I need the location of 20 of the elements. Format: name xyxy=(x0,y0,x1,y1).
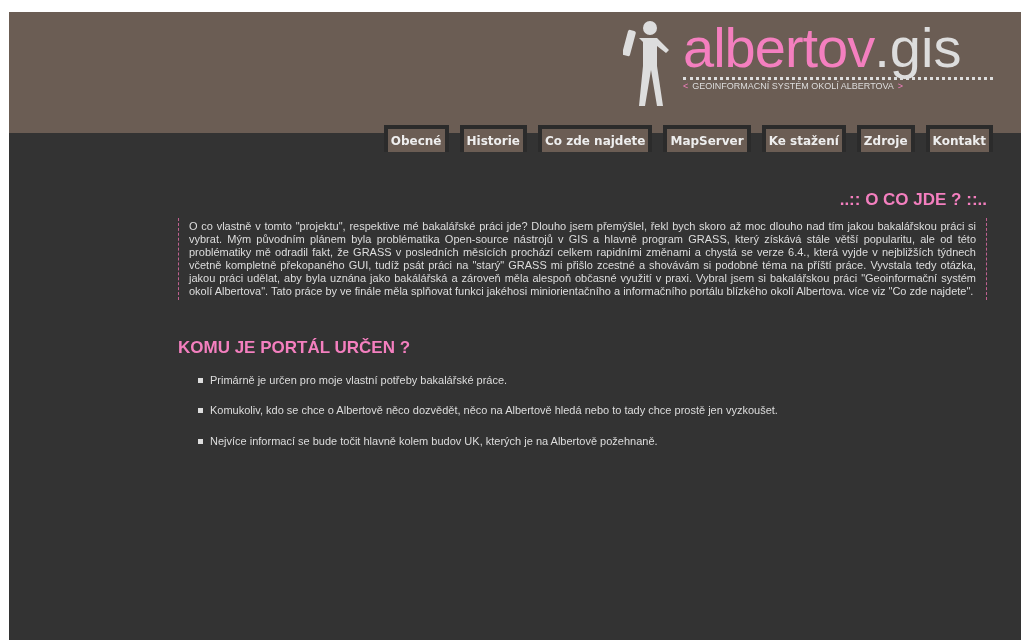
bullet-icon xyxy=(198,438,203,444)
intro-paragraph: O co vlastně v tomto "projektu", respektive mé bakalářské práci jde? Dlouho jsem přemýšlel, řekl bych skoro až moc dlouho nad tím jakou bakalářskou práci si vybrat. Mým původním plánem byla problématika Open-source nástrojů v GIS a hlavně program GRASS, který získává stále větší popularitu, ale od této problématiky mě odradil fakt, že GRASS v posledních měsících prochází celkem rapidními změnami a chystá se verze 6.4., která vyjde v nejbližších týdnech včetně kompletně překopaného GUI, tudíž psát práci na "starý" GRASS mi přišlo zcestné a shovávám si podobné téma na příští práce. Vyvstala tedy otázka, jakou práci udělat, aby byla uznána jako bakálářská a zároveň měla alespoň občasné využití v praxi. Vybral jsem si bakalářskou práci "Geoinformační systém okolí Albertova". Tato práce by ve finále měla splňovat funkci jakéhosi miniorientačního a informačního portálu blízkého okolí Albertova. více viz "Co zde najdete". xyxy=(178,218,987,300)
bullet-icon xyxy=(198,408,203,414)
angle-bracket: < xyxy=(683,80,689,93)
section-heading: ..:: O CO JDE ? ::.. xyxy=(838,190,987,211)
logo-subtitle: GEOINFORMACNÍ SYSTÉM OKOLÍ ALBERTOVA xyxy=(692,80,894,93)
bullet-icon xyxy=(198,377,203,383)
angle-bracket: > xyxy=(897,80,904,93)
nav-tab[interactable]: Ke stažení xyxy=(761,125,846,152)
nav-tab[interactable]: Obecné xyxy=(383,125,449,152)
list-item: Primárně je určen pro moje vlastní potřeby bakalářské práce. xyxy=(210,372,508,388)
nav-tab[interactable]: Historie xyxy=(459,125,527,152)
nav-tab[interactable]: Zdroje xyxy=(856,125,915,152)
list-item: Komukoliv, kdo se chce o Albertově něco dozvědět, něco na Albertově hledá nebo to tady chce prostě jen vyzkoušet. xyxy=(210,403,778,419)
nav-tab[interactable]: Kontakt xyxy=(925,125,993,152)
logo-name: albertov xyxy=(683,20,875,76)
nav-tab[interactable]: MapServer xyxy=(663,125,751,152)
nav-tab[interactable]: Co zde najdete xyxy=(537,125,653,152)
section-heading: KOMU JE PORTÁL URČEN ? xyxy=(178,337,412,358)
list-item: Nejvíce informací se bude točit hlavně kolem budov UK, kterých je na Albertově požehnaně. xyxy=(210,433,658,449)
